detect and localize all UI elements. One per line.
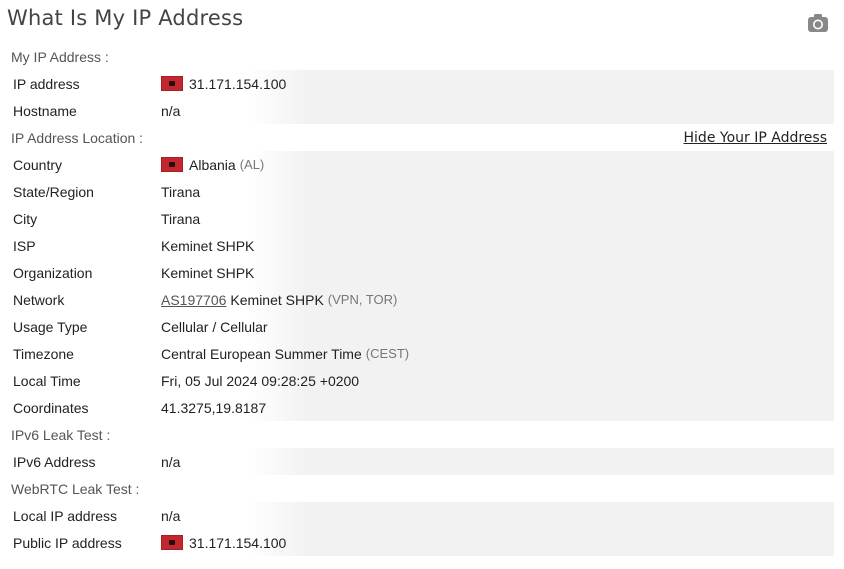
row-label: Country — [13, 156, 63, 173]
hostname-value: n/a — [161, 102, 181, 119]
row-label: State/Region — [13, 183, 94, 200]
section-title: My IP Address : — [11, 48, 109, 65]
row-value: 31.171.154.100 — [161, 76, 286, 92]
row-label: IP address — [13, 75, 80, 92]
row-label: Usage Type — [13, 318, 88, 335]
hide-ip-link[interactable]: Hide Your IP Address — [684, 130, 827, 146]
albania-flag-icon — [161, 157, 183, 172]
coordinates-value: 41.3275,19.8187 — [161, 399, 267, 416]
usage-type-value: Cellular / Cellular — [161, 318, 268, 335]
network-value: Keminet SHPK — [230, 291, 324, 308]
info-row-ipv6: IPv6 Address n/a — [7, 448, 834, 475]
row-label: Network — [13, 291, 65, 308]
info-row-organization: Organization Keminet SHPK — [7, 259, 834, 286]
my-ip-group: IP address 31.171.154.100 Hostname n/a — [7, 70, 834, 124]
network-tags: (VPN, TOR) — [327, 292, 398, 307]
info-row-ip-address: IP address 31.171.154.100 — [7, 70, 834, 97]
section-header-ipv6: IPv6 Leak Test : — [7, 421, 834, 448]
timezone-abbr: (CEST) — [365, 346, 410, 361]
section-title: IP Address Location : — [11, 129, 144, 146]
info-row-coordinates: Coordinates 41.3275,19.8187 — [7, 394, 834, 421]
asn-link[interactable]: AS197706 — [161, 292, 226, 308]
section-title: WebRTC Leak Test : — [11, 480, 140, 497]
ipv6-group: IPv6 Address n/a — [7, 448, 834, 475]
ip-info-panel: My IP Address : IP address 31.171.154.10… — [7, 43, 834, 556]
row-label: Public IP address — [13, 534, 122, 551]
row-value: Central European Summer Time (CEST) — [161, 346, 409, 362]
page-title: What Is My IP Address — [7, 6, 244, 30]
info-row-hostname: Hostname n/a — [7, 97, 834, 124]
webrtc-group: Local IP address n/a Public IP address 3… — [7, 502, 834, 556]
isp-value: Keminet SHPK — [161, 237, 255, 254]
camera-icon — [808, 14, 828, 32]
row-value: 31.171.154.100 — [161, 535, 286, 551]
ip-address-value: 31.171.154.100 — [189, 75, 287, 92]
info-row-local-ip: Local IP address n/a — [7, 502, 834, 529]
timezone-value: Central European Summer Time — [161, 345, 362, 362]
local-time-value: Fri, 05 Jul 2024 09:28:25 +0200 — [161, 372, 360, 389]
row-label: IPv6 Address — [13, 453, 96, 470]
info-row-usage-type: Usage Type Cellular / Cellular — [7, 313, 834, 340]
albania-flag-icon — [161, 535, 183, 550]
country-value: Albania — [189, 156, 236, 173]
info-row-public-ip: Public IP address 31.171.154.100 — [7, 529, 834, 556]
state-value: Tirana — [161, 183, 201, 200]
info-row-city: City Tirana — [7, 205, 834, 232]
row-label: Hostname — [13, 102, 77, 119]
info-row-country: Country Albania (AL) — [7, 151, 834, 178]
section-header-webrtc: WebRTC Leak Test : — [7, 475, 834, 502]
section-header-location: IP Address Location : Hide Your IP Addre… — [7, 124, 834, 151]
row-label: Organization — [13, 264, 93, 281]
row-label: City — [13, 210, 38, 227]
location-group: Country Albania (AL) State/Region Tirana… — [7, 151, 834, 421]
organization-value: Keminet SHPK — [161, 264, 255, 281]
row-value: Albania (AL) — [161, 157, 264, 173]
info-row-isp: ISP Keminet SHPK — [7, 232, 834, 259]
info-row-timezone: Timezone Central European Summer Time (C… — [7, 340, 834, 367]
local-ip-value: n/a — [161, 507, 181, 524]
row-value: AS197706 Keminet SHPK (VPN, TOR) — [161, 292, 397, 308]
info-row-network: Network AS197706 Keminet SHPK (VPN, TOR) — [7, 286, 834, 313]
row-label: Coordinates — [13, 399, 89, 416]
info-row-local-time: Local Time Fri, 05 Jul 2024 09:28:25 +02… — [7, 367, 834, 394]
public-ip-value: 31.171.154.100 — [189, 534, 287, 551]
row-label: Local IP address — [13, 507, 118, 524]
screenshot-button[interactable] — [807, 13, 829, 33]
info-row-state: State/Region Tirana — [7, 178, 834, 205]
section-header-my-ip: My IP Address : — [7, 43, 834, 70]
row-label: Local Time — [13, 372, 81, 389]
country-code: (AL) — [239, 157, 265, 172]
row-label: ISP — [13, 237, 36, 254]
ipv6-value: n/a — [161, 453, 181, 470]
row-label: Timezone — [13, 345, 74, 362]
albania-flag-icon — [161, 76, 183, 91]
city-value: Tirana — [161, 210, 201, 227]
section-title: IPv6 Leak Test : — [11, 426, 111, 443]
